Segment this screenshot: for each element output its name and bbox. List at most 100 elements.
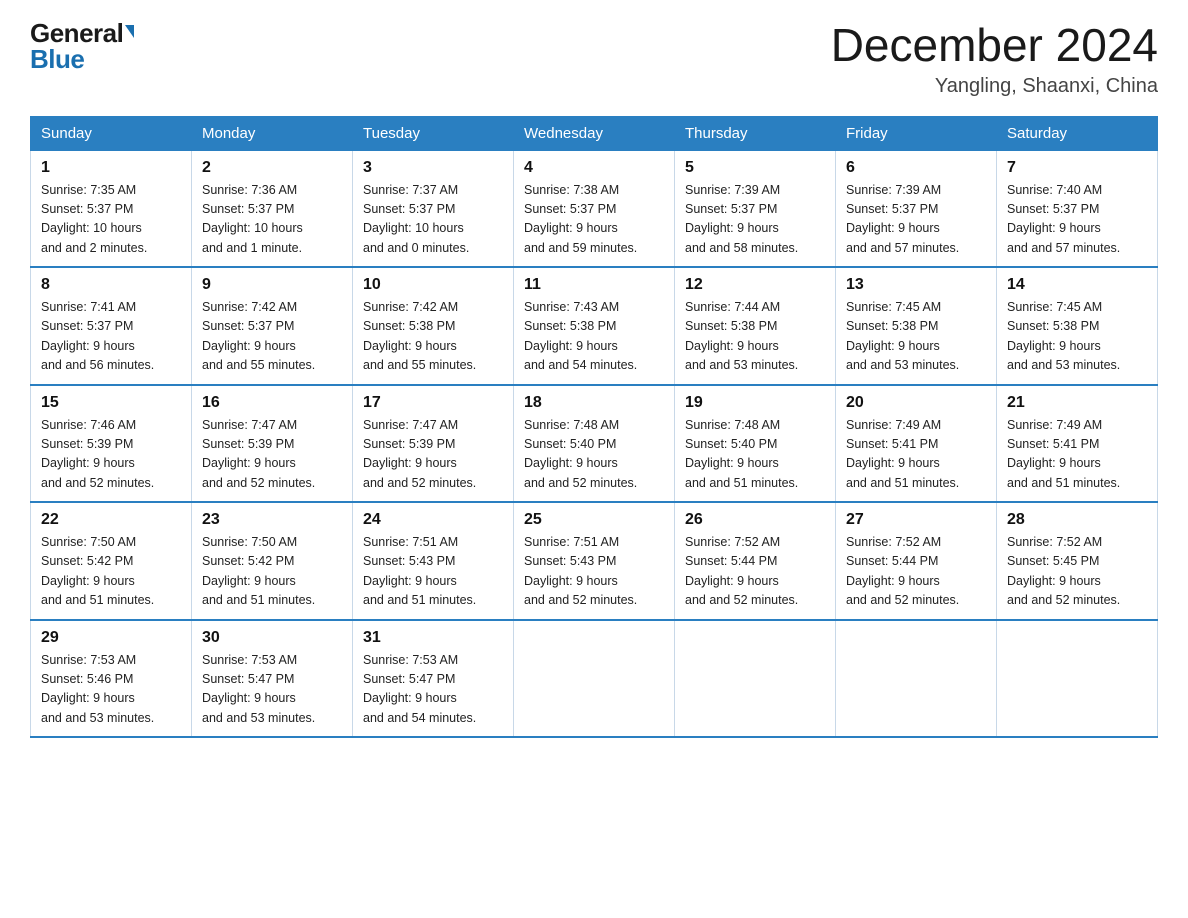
day-number: 1 [41, 159, 181, 177]
day-number: 23 [202, 511, 342, 529]
calendar-cell: 2 Sunrise: 7:36 AMSunset: 5:37 PMDayligh… [192, 150, 353, 267]
day-info: Sunrise: 7:36 AMSunset: 5:37 PMDaylight:… [202, 181, 342, 259]
day-number: 10 [363, 276, 503, 294]
calendar-cell: 18 Sunrise: 7:48 AMSunset: 5:40 PMDaylig… [514, 385, 675, 503]
day-info: Sunrise: 7:43 AMSunset: 5:38 PMDaylight:… [524, 298, 664, 376]
day-number: 5 [685, 159, 825, 177]
title-area: December 2024 Yangling, Shaanxi, China [831, 20, 1158, 98]
calendar-cell: 15 Sunrise: 7:46 AMSunset: 5:39 PMDaylig… [31, 385, 192, 503]
day-number: 2 [202, 159, 342, 177]
calendar-cell: 21 Sunrise: 7:49 AMSunset: 5:41 PMDaylig… [997, 385, 1158, 503]
calendar-cell: 25 Sunrise: 7:51 AMSunset: 5:43 PMDaylig… [514, 502, 675, 620]
calendar-cell: 24 Sunrise: 7:51 AMSunset: 5:43 PMDaylig… [353, 502, 514, 620]
logo-arrow-icon [125, 25, 134, 38]
header-saturday: Saturday [997, 116, 1158, 150]
calendar-cell: 19 Sunrise: 7:48 AMSunset: 5:40 PMDaylig… [675, 385, 836, 503]
day-number: 3 [363, 159, 503, 177]
day-info: Sunrise: 7:46 AMSunset: 5:39 PMDaylight:… [41, 416, 181, 494]
day-info: Sunrise: 7:52 AMSunset: 5:44 PMDaylight:… [685, 533, 825, 611]
day-number: 12 [685, 276, 825, 294]
day-info: Sunrise: 7:51 AMSunset: 5:43 PMDaylight:… [524, 533, 664, 611]
day-info: Sunrise: 7:50 AMSunset: 5:42 PMDaylight:… [41, 533, 181, 611]
day-info: Sunrise: 7:48 AMSunset: 5:40 PMDaylight:… [524, 416, 664, 494]
header-monday: Monday [192, 116, 353, 150]
calendar-header: Sunday Monday Tuesday Wednesday Thursday… [31, 116, 1158, 150]
calendar-cell [675, 620, 836, 738]
day-info: Sunrise: 7:39 AMSunset: 5:37 PMDaylight:… [685, 181, 825, 259]
header-thursday: Thursday [675, 116, 836, 150]
calendar-table: Sunday Monday Tuesday Wednesday Thursday… [30, 116, 1158, 739]
day-info: Sunrise: 7:53 AMSunset: 5:46 PMDaylight:… [41, 651, 181, 729]
day-number: 29 [41, 629, 181, 647]
calendar-cell: 5 Sunrise: 7:39 AMSunset: 5:37 PMDayligh… [675, 150, 836, 267]
day-number: 26 [685, 511, 825, 529]
logo-general-text: General [30, 20, 123, 46]
calendar-cell: 6 Sunrise: 7:39 AMSunset: 5:37 PMDayligh… [836, 150, 997, 267]
day-number: 7 [1007, 159, 1147, 177]
day-info: Sunrise: 7:44 AMSunset: 5:38 PMDaylight:… [685, 298, 825, 376]
calendar-cell: 23 Sunrise: 7:50 AMSunset: 5:42 PMDaylig… [192, 502, 353, 620]
calendar-cell: 1 Sunrise: 7:35 AMSunset: 5:37 PMDayligh… [31, 150, 192, 267]
day-number: 21 [1007, 394, 1147, 412]
calendar-cell: 17 Sunrise: 7:47 AMSunset: 5:39 PMDaylig… [353, 385, 514, 503]
calendar-cell: 30 Sunrise: 7:53 AMSunset: 5:47 PMDaylig… [192, 620, 353, 738]
day-info: Sunrise: 7:50 AMSunset: 5:42 PMDaylight:… [202, 533, 342, 611]
calendar-week-4: 22 Sunrise: 7:50 AMSunset: 5:42 PMDaylig… [31, 502, 1158, 620]
day-number: 28 [1007, 511, 1147, 529]
logo-blue-text: Blue [30, 44, 84, 74]
calendar-cell: 27 Sunrise: 7:52 AMSunset: 5:44 PMDaylig… [836, 502, 997, 620]
day-info: Sunrise: 7:53 AMSunset: 5:47 PMDaylight:… [363, 651, 503, 729]
day-info: Sunrise: 7:52 AMSunset: 5:44 PMDaylight:… [846, 533, 986, 611]
calendar-cell [836, 620, 997, 738]
day-number: 11 [524, 276, 664, 294]
header-wednesday: Wednesday [514, 116, 675, 150]
calendar-cell: 11 Sunrise: 7:43 AMSunset: 5:38 PMDaylig… [514, 267, 675, 385]
calendar-week-5: 29 Sunrise: 7:53 AMSunset: 5:46 PMDaylig… [31, 620, 1158, 738]
day-info: Sunrise: 7:42 AMSunset: 5:38 PMDaylight:… [363, 298, 503, 376]
day-info: Sunrise: 7:53 AMSunset: 5:47 PMDaylight:… [202, 651, 342, 729]
calendar-cell: 14 Sunrise: 7:45 AMSunset: 5:38 PMDaylig… [997, 267, 1158, 385]
calendar-cell: 22 Sunrise: 7:50 AMSunset: 5:42 PMDaylig… [31, 502, 192, 620]
day-number: 31 [363, 629, 503, 647]
calendar-cell: 26 Sunrise: 7:52 AMSunset: 5:44 PMDaylig… [675, 502, 836, 620]
calendar-cell: 7 Sunrise: 7:40 AMSunset: 5:37 PMDayligh… [997, 150, 1158, 267]
day-number: 18 [524, 394, 664, 412]
day-info: Sunrise: 7:41 AMSunset: 5:37 PMDaylight:… [41, 298, 181, 376]
day-number: 25 [524, 511, 664, 529]
calendar-cell: 12 Sunrise: 7:44 AMSunset: 5:38 PMDaylig… [675, 267, 836, 385]
day-info: Sunrise: 7:37 AMSunset: 5:37 PMDaylight:… [363, 181, 503, 259]
day-info: Sunrise: 7:47 AMSunset: 5:39 PMDaylight:… [202, 416, 342, 494]
calendar-cell: 3 Sunrise: 7:37 AMSunset: 5:37 PMDayligh… [353, 150, 514, 267]
calendar-cell: 9 Sunrise: 7:42 AMSunset: 5:37 PMDayligh… [192, 267, 353, 385]
calendar-cell: 29 Sunrise: 7:53 AMSunset: 5:46 PMDaylig… [31, 620, 192, 738]
day-info: Sunrise: 7:35 AMSunset: 5:37 PMDaylight:… [41, 181, 181, 259]
calendar-cell: 16 Sunrise: 7:47 AMSunset: 5:39 PMDaylig… [192, 385, 353, 503]
day-number: 17 [363, 394, 503, 412]
day-info: Sunrise: 7:52 AMSunset: 5:45 PMDaylight:… [1007, 533, 1147, 611]
calendar-cell: 20 Sunrise: 7:49 AMSunset: 5:41 PMDaylig… [836, 385, 997, 503]
day-info: Sunrise: 7:47 AMSunset: 5:39 PMDaylight:… [363, 416, 503, 494]
day-number: 22 [41, 511, 181, 529]
calendar-week-2: 8 Sunrise: 7:41 AMSunset: 5:37 PMDayligh… [31, 267, 1158, 385]
calendar-week-3: 15 Sunrise: 7:46 AMSunset: 5:39 PMDaylig… [31, 385, 1158, 503]
day-number: 24 [363, 511, 503, 529]
day-number: 16 [202, 394, 342, 412]
day-number: 9 [202, 276, 342, 294]
day-number: 19 [685, 394, 825, 412]
day-number: 27 [846, 511, 986, 529]
header-friday: Friday [836, 116, 997, 150]
day-info: Sunrise: 7:38 AMSunset: 5:37 PMDaylight:… [524, 181, 664, 259]
day-info: Sunrise: 7:51 AMSunset: 5:43 PMDaylight:… [363, 533, 503, 611]
day-info: Sunrise: 7:48 AMSunset: 5:40 PMDaylight:… [685, 416, 825, 494]
day-info: Sunrise: 7:39 AMSunset: 5:37 PMDaylight:… [846, 181, 986, 259]
subtitle: Yangling, Shaanxi, China [831, 75, 1158, 98]
day-number: 20 [846, 394, 986, 412]
day-number: 30 [202, 629, 342, 647]
calendar-cell: 13 Sunrise: 7:45 AMSunset: 5:38 PMDaylig… [836, 267, 997, 385]
day-number: 8 [41, 276, 181, 294]
calendar-week-1: 1 Sunrise: 7:35 AMSunset: 5:37 PMDayligh… [31, 150, 1158, 267]
day-info: Sunrise: 7:40 AMSunset: 5:37 PMDaylight:… [1007, 181, 1147, 259]
day-info: Sunrise: 7:49 AMSunset: 5:41 PMDaylight:… [846, 416, 986, 494]
day-info: Sunrise: 7:45 AMSunset: 5:38 PMDaylight:… [846, 298, 986, 376]
page-header: General Blue December 2024 Yangling, Sha… [30, 20, 1158, 98]
